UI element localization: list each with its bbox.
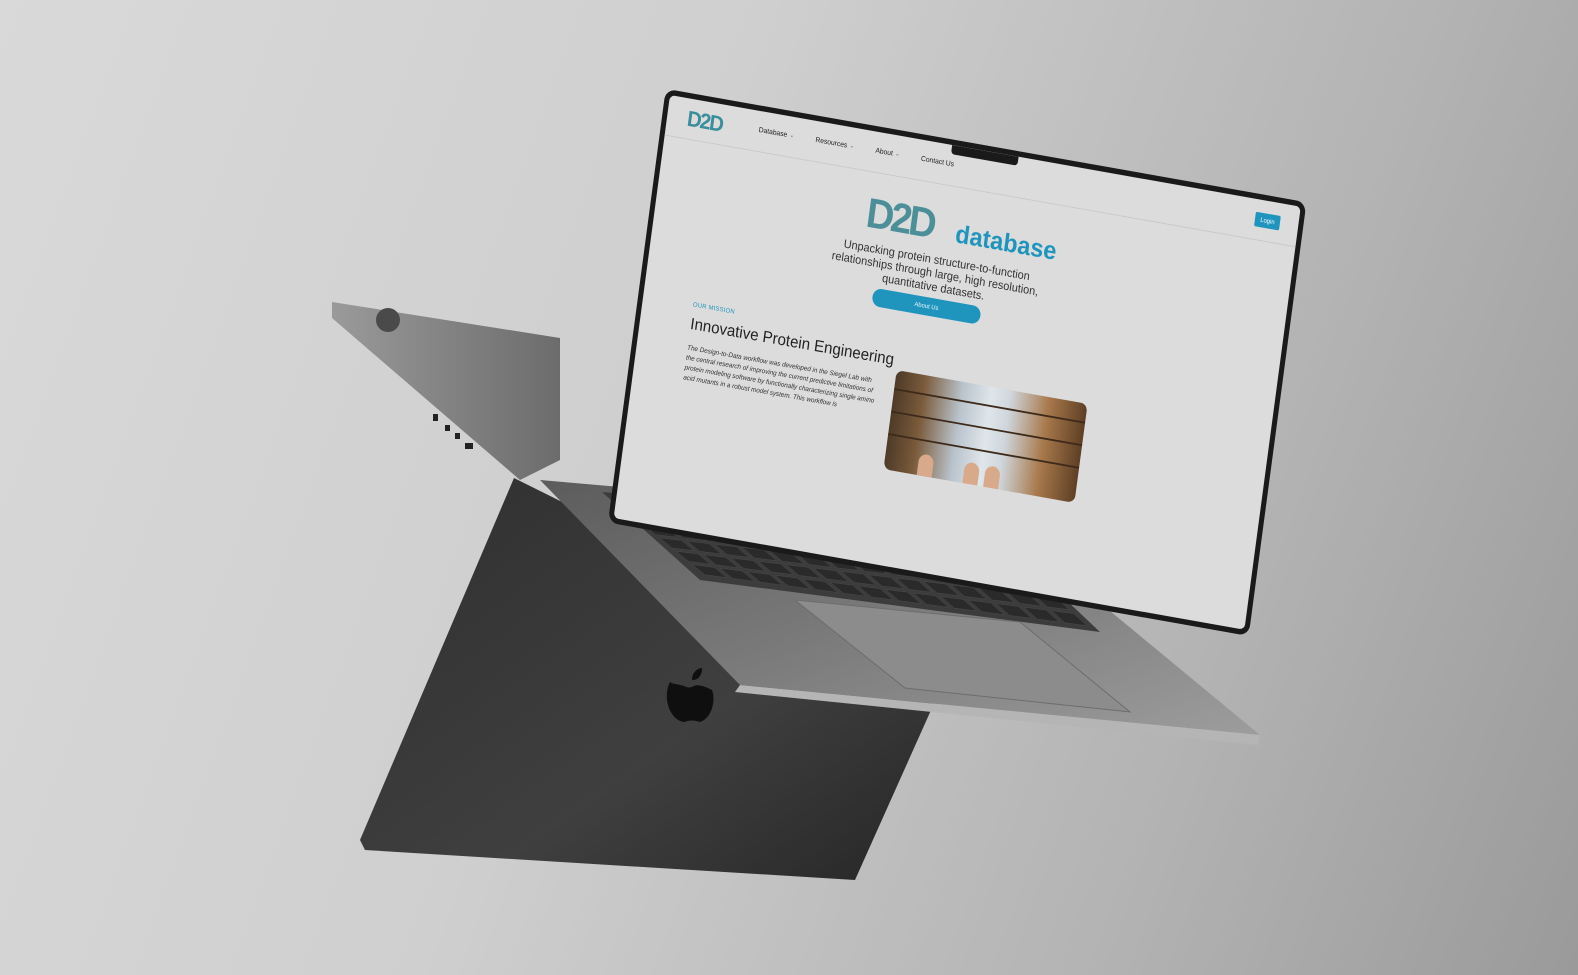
keyboard-key [885,589,922,604]
photo-person [983,465,1001,490]
keyboard-key [741,547,778,561]
keyboard-key [757,560,795,576]
nav-item-about[interactable]: About ⌄ [875,146,900,158]
hero-logo: D2D [863,188,937,248]
lab-photo [883,370,1088,503]
keyboard-key [995,603,1033,619]
keyboard-key [812,567,850,583]
keyboard-key [746,571,784,586]
nav-item-contact[interactable]: Contact Us [921,154,955,168]
keyboard-key [774,574,811,590]
keyboard-key [719,567,756,582]
keyboard-key [713,543,750,558]
keyboard-key [658,537,695,552]
keyboard-key [895,577,933,593]
keyboard-key [1050,610,1088,627]
chevron-down-icon: ⌄ [849,143,855,150]
keyboard-key [829,581,867,597]
keyboard-key [912,592,950,608]
keyboard-key [691,564,728,579]
keyboard-key [1005,591,1043,607]
keyboard-key [686,540,723,555]
keyboard-key [840,571,877,586]
keyboard-key [857,585,894,601]
keyboard-key [950,584,988,600]
mockup-scene: D2D Database ⌄ Resources ⌄ About ⌄ Conta… [0,0,1578,975]
keyboard-key [967,599,1005,615]
mission-label: OUR MISSION [692,301,736,316]
photo-person [916,453,935,478]
photo-person [962,461,981,486]
keyboard-key [730,557,767,572]
keyboard-key [978,587,1016,604]
nav-menu: Database ⌄ Resources ⌄ About ⌄ Contact U… [758,126,954,169]
nav-item-label: About [874,146,894,158]
keyboard-key [768,550,805,565]
keyboard-key [940,596,978,612]
photo-shelf [894,388,1086,424]
keyboard-key [1023,606,1061,623]
login-button[interactable]: Login [1254,211,1281,231]
chevron-down-icon: ⌄ [894,151,900,158]
chevron-down-icon: ⌄ [789,132,795,139]
nav-item-label: Resources [814,135,848,150]
nav-item-label: Contact Us [920,154,955,169]
nav-item-database[interactable]: Database ⌄ [758,126,794,140]
nav-item-resources[interactable]: Resources ⌄ [815,136,854,151]
keyboard-key [702,554,739,569]
nav-item-label: Database [758,125,788,139]
keyboard-key [868,574,905,590]
site-logo[interactable]: D2D [686,107,727,137]
keyboard-key [675,550,712,565]
keyboard-key [785,564,822,579]
keyboard-key [802,578,839,593]
laptop-screen: D2D Database ⌄ Resources ⌄ About ⌄ Conta… [530,70,1301,630]
keyboard-key [923,581,960,597]
